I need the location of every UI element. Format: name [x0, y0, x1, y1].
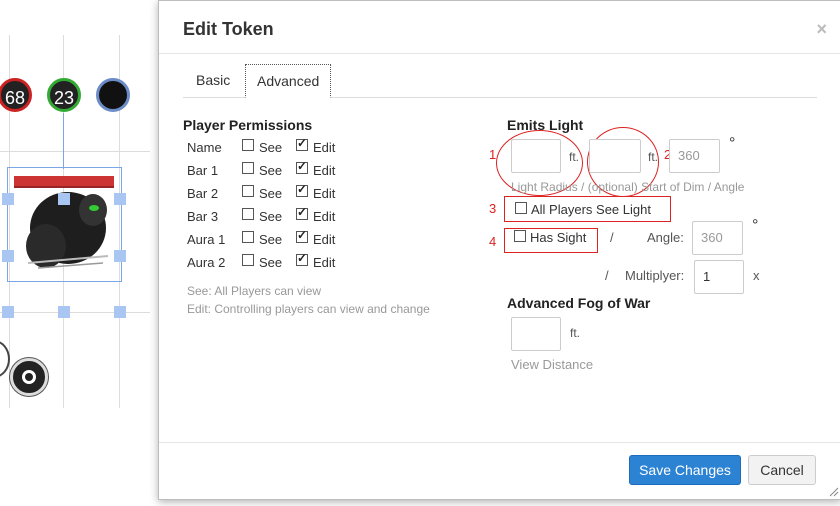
resize-handle[interactable]	[2, 193, 14, 205]
map-token-small[interactable]	[10, 358, 48, 396]
see-label: See	[259, 140, 283, 155]
light-radius-input[interactable]	[511, 139, 561, 173]
edit-label: Edit	[313, 163, 336, 178]
grid-line	[0, 151, 150, 152]
resize-handle[interactable]	[2, 250, 14, 262]
resize-handle[interactable]	[2, 306, 14, 318]
degree-symbol: °	[752, 217, 759, 234]
permission-name: Aura 1	[187, 232, 226, 247]
edit-checkbox[interactable]	[296, 159, 308, 174]
help-see-text: See: All Players can view	[187, 284, 322, 298]
grid-line	[0, 312, 150, 313]
sight-separator: /	[610, 230, 614, 245]
token-figure-icon	[26, 192, 109, 269]
edit-label: Edit	[313, 255, 336, 270]
rotation-stem	[63, 113, 64, 169]
has-sight-checkbox[interactable]	[514, 230, 526, 242]
degree-symbol: °	[729, 135, 736, 152]
annotation-4: 4	[489, 234, 497, 249]
see-checkbox[interactable]	[242, 208, 254, 220]
resize-handle[interactable]	[114, 250, 126, 262]
light-caption: Light Radius / (optional) Start of Dim /…	[511, 180, 745, 194]
all-players-see-light-label: All Players See Light	[531, 202, 651, 217]
annotation-3: 3	[489, 201, 497, 216]
see-label: See	[259, 209, 283, 224]
resize-handle[interactable]	[58, 193, 70, 205]
edit-checkbox[interactable]	[296, 251, 308, 266]
permission-name: Bar 3	[187, 209, 219, 224]
edit-checkbox[interactable]	[296, 228, 308, 243]
divider	[159, 53, 840, 54]
resize-handle[interactable]	[58, 306, 70, 318]
resize-handle[interactable]	[114, 193, 126, 205]
edit-checkbox[interactable]	[296, 136, 308, 151]
token-bar-bubble-green[interactable]: 23	[47, 78, 81, 112]
light-radius-unit: ft.	[569, 150, 580, 164]
footer-divider	[159, 442, 840, 443]
multiplyer-separator: /	[605, 268, 609, 283]
permission-name: Name	[187, 140, 222, 155]
tab-basic[interactable]: Basic	[185, 64, 241, 96]
edit-label: Edit	[313, 209, 336, 224]
fog-of-war-heading: Advanced Fog of War	[507, 295, 651, 311]
resize-grip-icon[interactable]	[829, 487, 839, 497]
all-players-see-light-checkbox[interactable]	[515, 202, 527, 214]
see-label: See	[259, 255, 283, 270]
see-checkbox[interactable]	[242, 185, 254, 197]
permission-name: Bar 2	[187, 186, 219, 201]
see-checkbox[interactable]	[242, 254, 254, 266]
tab-bar: Basic Advanced	[183, 64, 817, 98]
view-distance-input[interactable]	[511, 317, 561, 351]
see-label: See	[259, 232, 283, 247]
light-angle-input[interactable]: 360	[669, 139, 720, 173]
selected-token[interactable]	[7, 167, 122, 282]
edit-checkbox[interactable]	[296, 182, 308, 197]
dim-start-unit: ft.	[648, 150, 659, 164]
edit-token-dialog: Edit Token × Basic Advanced Player Permi…	[158, 0, 840, 500]
multiplyer-unit: x	[753, 268, 760, 283]
save-changes-button[interactable]: Save Changes	[629, 455, 741, 485]
see-label: See	[259, 163, 283, 178]
cancel-button[interactable]: Cancel	[748, 455, 816, 485]
dialog-title: Edit Token	[183, 19, 274, 39]
permission-name: Aura 2	[187, 255, 226, 270]
dim-start-input[interactable]	[589, 139, 641, 173]
edit-checkbox[interactable]	[296, 205, 308, 220]
edit-label: Edit	[313, 186, 336, 201]
resize-handle[interactable]	[114, 306, 126, 318]
edit-label: Edit	[313, 232, 336, 247]
see-checkbox[interactable]	[242, 139, 254, 151]
help-edit-text: Edit: Controlling players can view and c…	[187, 302, 430, 316]
see-label: See	[259, 186, 283, 201]
multiplyer-input[interactable]: 1	[694, 260, 744, 294]
multiplyer-label: Multiplyer:	[625, 268, 685, 283]
sight-angle-input[interactable]: 360	[692, 221, 743, 255]
token-bar-bubble-blue[interactable]	[96, 78, 130, 112]
has-sight-label: Has Sight	[530, 230, 587, 245]
view-distance-caption: View Distance	[511, 357, 594, 372]
close-icon[interactable]: ×	[816, 19, 827, 40]
see-checkbox[interactable]	[242, 162, 254, 174]
tab-advanced[interactable]: Advanced	[245, 64, 332, 98]
view-distance-unit: ft.	[570, 326, 581, 340]
sight-angle-label: Angle:	[647, 230, 684, 245]
see-checkbox[interactable]	[242, 231, 254, 243]
permission-name: Bar 1	[187, 163, 219, 178]
edit-label: Edit	[313, 140, 336, 155]
player-permissions-heading: Player Permissions	[183, 117, 313, 133]
